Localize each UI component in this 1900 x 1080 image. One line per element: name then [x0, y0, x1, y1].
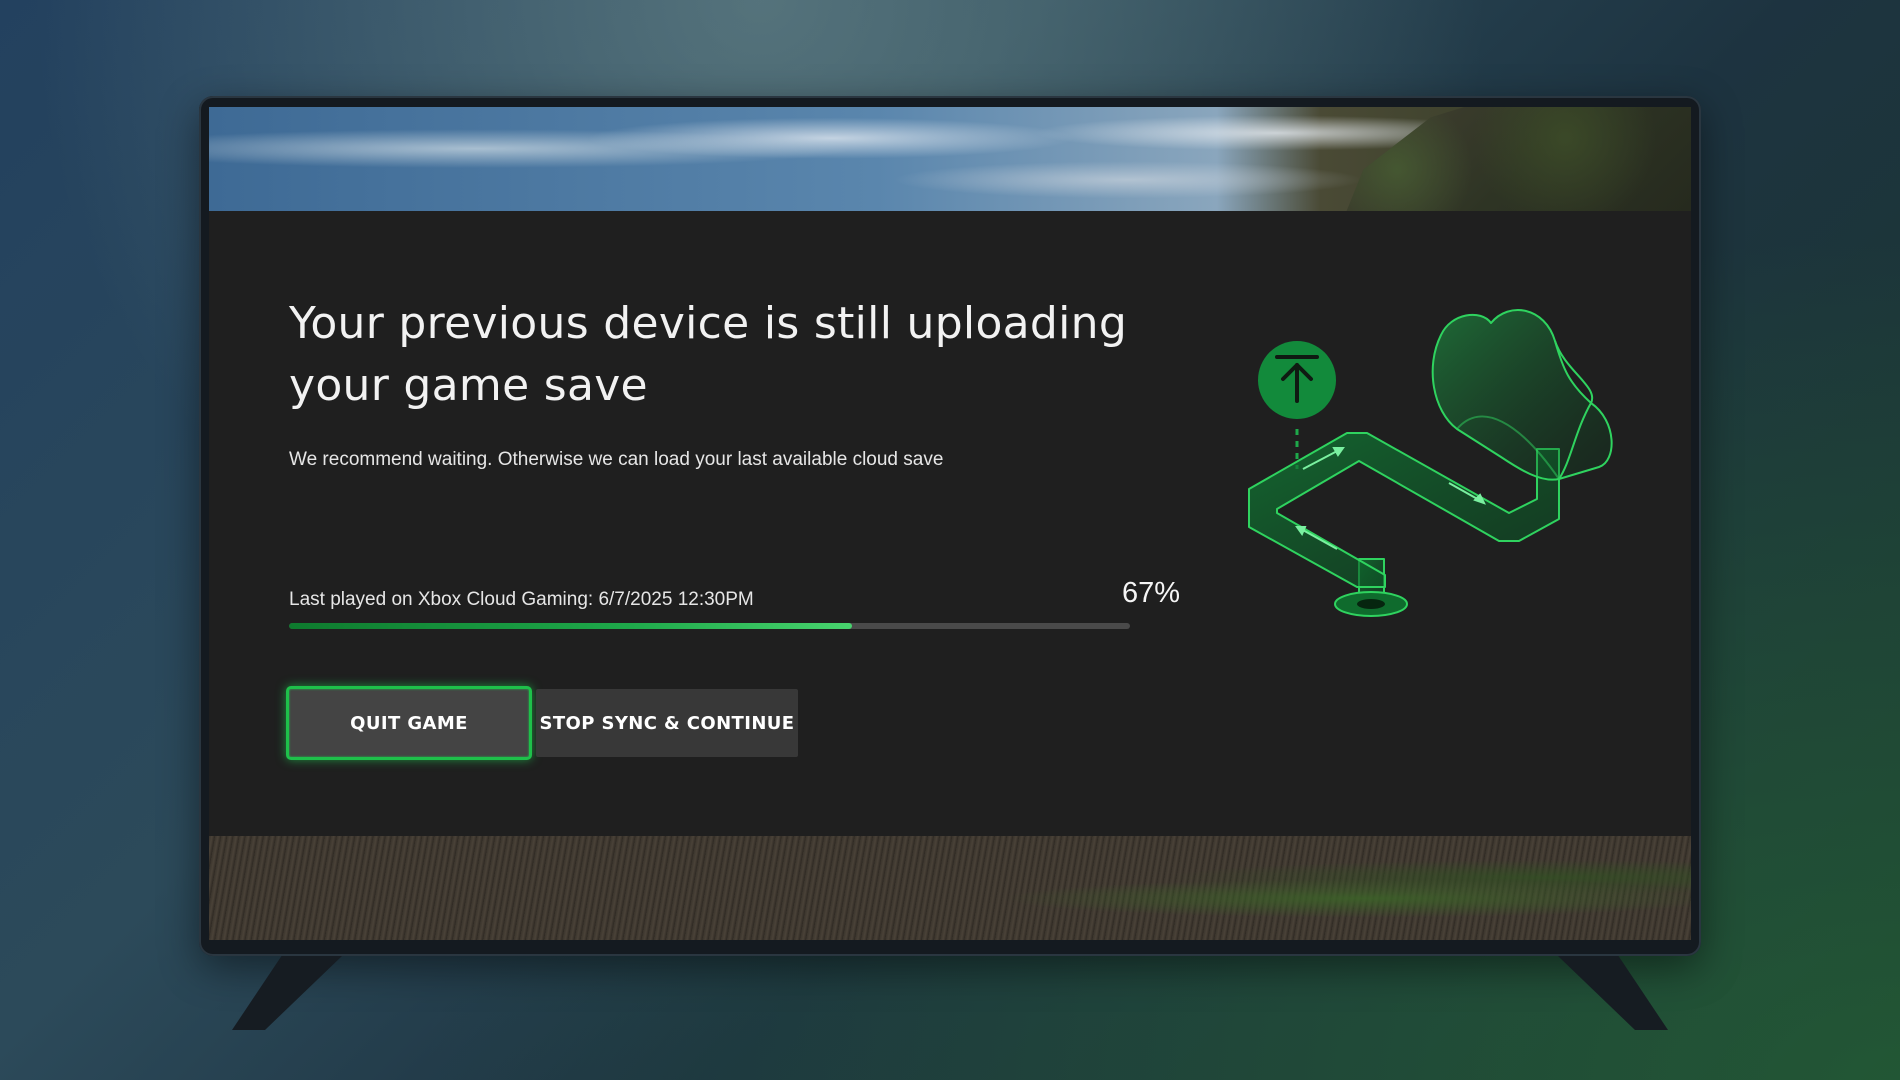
progress-bar-fill	[289, 623, 852, 629]
sync-dialog: Your previous device is still uploading …	[209, 211, 1691, 836]
upload-arrow-icon	[1258, 341, 1336, 419]
cloud-icon	[1433, 310, 1612, 480]
last-played-text: Last played on Xbox Cloud Gaming: 6/7/20…	[289, 589, 754, 611]
dialog-subtitle: We recommend waiting. Otherwise we can l…	[289, 449, 943, 471]
progress-bar	[289, 623, 1130, 629]
progress-percent: 67%	[1049, 577, 1180, 610]
quit-game-button[interactable]: QUIT GAME	[286, 686, 532, 760]
tv-stand-left	[232, 956, 342, 1030]
game-scene-cliff	[1271, 107, 1691, 211]
game-scene-top	[209, 107, 1691, 211]
game-scene-bottom	[209, 836, 1691, 940]
tv-stand-right	[1558, 956, 1668, 1030]
dialog-title: Your previous device is still uploading …	[289, 293, 1189, 417]
cloud-sync-illustration	[1219, 291, 1639, 671]
stop-sync-continue-button[interactable]: STOP SYNC & CONTINUE	[536, 689, 798, 757]
tv-screen: Your previous device is still uploading …	[209, 107, 1691, 940]
